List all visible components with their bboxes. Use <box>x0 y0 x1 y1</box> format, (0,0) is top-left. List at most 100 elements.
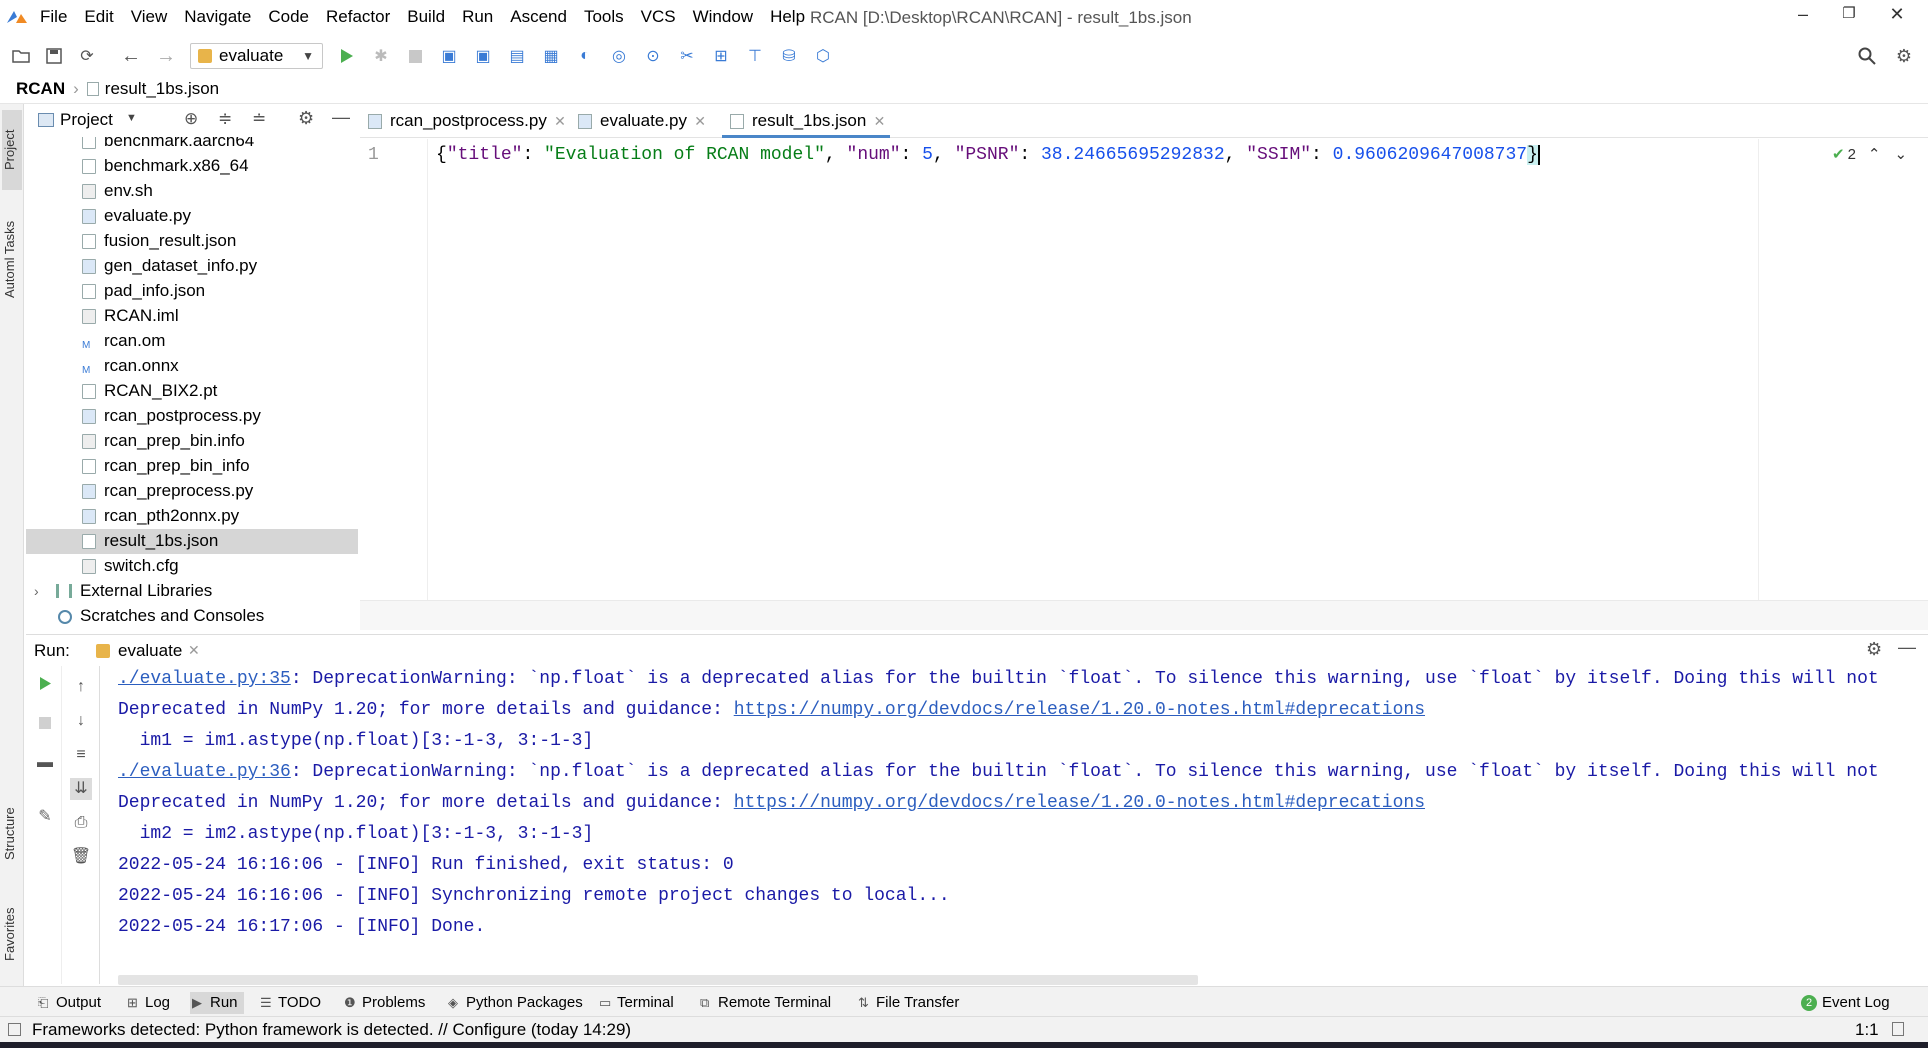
restore-button[interactable]: ❐ <box>1834 4 1864 28</box>
console-horizontal-scrollbar[interactable] <box>118 975 1198 985</box>
close-tab-icon[interactable]: ✕ <box>694 104 706 138</box>
minimize-button[interactable]: – <box>1788 4 1818 28</box>
structure-tool-tab[interactable]: Structure <box>2 794 22 874</box>
back-arrow-icon[interactable]: ← <box>120 45 142 67</box>
search-icon[interactable] <box>1856 45 1878 67</box>
cursor-position[interactable]: 1:1 <box>1855 1020 1879 1040</box>
ascend-tool-10-icon[interactable]: ⊤ <box>744 45 766 67</box>
ascend-tool-3-icon[interactable]: ▤ <box>506 45 528 67</box>
scroll-to-end-icon[interactable]: ⇊ <box>70 778 92 800</box>
stop-icon[interactable] <box>404 45 426 67</box>
console-link[interactable]: https://numpy.org/devdocs/release/1.20.0… <box>734 700 1425 720</box>
run-configuration-select[interactable]: evaluate ▼ <box>190 43 323 69</box>
ascend-tool-5-icon[interactable]: ◐ <box>574 45 596 67</box>
tool-tab-output[interactable]: ⎗ Output <box>36 992 101 1014</box>
ascend-tool-12-icon[interactable]: ⬡ <box>812 45 834 67</box>
tab-rcan-postprocess[interactable]: rcan_postprocess.py ✕ <box>360 104 571 138</box>
stop-icon[interactable] <box>34 714 56 736</box>
menu-navigate[interactable]: Navigate <box>184 7 251 27</box>
settings-gear-icon[interactable]: ⚙ <box>1893 45 1915 67</box>
tree-item-selected[interactable]: result_1bs.json <box>26 529 358 554</box>
locate-file-icon[interactable]: ⊕ <box>184 109 198 129</box>
tree-item[interactable]: evaluate.py <box>26 204 358 229</box>
chevron-down-icon[interactable]: ⌄ <box>1895 145 1908 163</box>
editor-code-line[interactable]: {"title": "Evaluation of RCAN model", "n… <box>436 145 1540 165</box>
tool-tab-todo[interactable]: ☰ TODO <box>258 992 321 1014</box>
menu-tools[interactable]: Tools <box>584 7 624 27</box>
tool-tab-run[interactable]: ▶ Run <box>190 992 244 1014</box>
menu-window[interactable]: Window <box>693 7 753 27</box>
tool-tab-log[interactable]: ⊞ Log <box>125 992 170 1014</box>
tree-item[interactable]: rcan_postprocess.py <box>26 404 358 429</box>
automl-tasks-tool-tab[interactable]: Automl Tasks <box>2 204 22 314</box>
tree-item[interactable]: Mrcan.om <box>26 329 358 354</box>
console-link[interactable]: ./evaluate.py:35 <box>118 669 291 689</box>
collapse-all-icon[interactable]: ≐ <box>252 109 266 129</box>
tool-tab-python-packages[interactable]: ◈ Python Packages <box>446 992 583 1014</box>
debug-icon[interactable]: ✱ <box>370 45 392 67</box>
layout-icon[interactable]: ▬ <box>34 752 56 774</box>
console-link[interactable]: ./evaluate.py:36 <box>118 762 291 782</box>
tool-tab-event-log[interactable]: 2 Event Log <box>1800 992 1890 1014</box>
panel-settings-gear-icon[interactable]: ⚙ <box>298 108 314 129</box>
run-tab-evaluate[interactable]: evaluate <box>118 641 182 661</box>
menu-edit[interactable]: Edit <box>84 7 113 27</box>
run-console[interactable]: ./evaluate.py:35: DeprecationWarning: `n… <box>118 664 1928 974</box>
chevron-up-icon[interactable]: ⌃ <box>1868 145 1881 163</box>
tree-item-external-libraries[interactable]: › External Libraries <box>26 579 358 604</box>
inspection-widget[interactable]: ✔ 2 ⌃ ⌄ <box>1832 145 1908 164</box>
project-tool-tab[interactable]: Project <box>2 110 22 190</box>
tool-tab-terminal[interactable]: ▭ Terminal <box>597 992 674 1014</box>
tree-item[interactable]: rcan_prep_bin_info <box>26 454 358 479</box>
tool-tab-problems[interactable]: ❶ Problems <box>342 992 425 1014</box>
close-tab-icon[interactable]: ✕ <box>188 642 200 659</box>
ascend-tool-6-icon[interactable]: ◎ <box>608 45 630 67</box>
project-panel-title[interactable]: Project <box>60 110 113 130</box>
open-folder-icon[interactable] <box>10 45 32 67</box>
menu-help[interactable]: Help <box>770 7 805 27</box>
tab-result-1bs[interactable]: result_1bs.json ✕ <box>722 104 891 138</box>
pin-icon[interactable]: ✎ <box>34 806 56 828</box>
tab-evaluate[interactable]: evaluate.py ✕ <box>570 104 711 138</box>
menu-vcs[interactable]: VCS <box>641 7 676 27</box>
scroll-up-icon[interactable]: ↑ <box>70 676 92 698</box>
hide-panel-icon[interactable]: — <box>332 107 350 128</box>
hide-panel-icon[interactable]: — <box>1898 637 1916 658</box>
ascend-tool-9-icon[interactable]: ⊞ <box>710 45 732 67</box>
save-icon[interactable] <box>43 45 65 67</box>
tree-item[interactable]: rcan_prep_bin.info <box>26 429 358 454</box>
tool-tab-remote-terminal[interactable]: ⧉ Remote Terminal <box>698 992 831 1014</box>
chevron-right-icon[interactable]: › <box>34 579 39 603</box>
ascend-tool-11-icon[interactable]: ⛁ <box>778 45 800 67</box>
print-icon[interactable]: ⎙ <box>70 812 92 834</box>
tool-tab-file-transfer[interactable]: ⇅ File Transfer <box>856 992 959 1014</box>
tree-item[interactable]: rcan_preprocess.py <box>26 479 358 504</box>
tree-item[interactable]: rcan_pth2onnx.py <box>26 504 358 529</box>
ascend-tool-7-icon[interactable]: ⊙ <box>642 45 664 67</box>
menu-code[interactable]: Code <box>268 7 309 27</box>
tree-item[interactable]: RCAN.iml <box>26 304 358 329</box>
favorites-tool-tab[interactable]: Favorites <box>2 894 22 974</box>
soft-wrap-icon[interactable]: ≡ <box>70 744 92 766</box>
forward-arrow-icon[interactable]: → <box>155 45 177 67</box>
menu-file[interactable]: File <box>40 7 67 27</box>
menu-run[interactable]: Run <box>462 7 493 27</box>
chevron-down-icon[interactable]: ▼ <box>126 112 137 124</box>
rerun-icon[interactable] <box>34 676 56 698</box>
scroll-down-icon[interactable]: ↓ <box>70 710 92 732</box>
status-message[interactable]: Frameworks detected: Python framework is… <box>32 1020 631 1040</box>
status-toggle-icon[interactable] <box>8 1023 21 1036</box>
ascend-tool-8-icon[interactable]: ✂ <box>676 45 698 67</box>
close-tab-icon[interactable]: ✕ <box>554 104 566 138</box>
tree-item[interactable]: env.sh <box>26 179 358 204</box>
menu-build[interactable]: Build <box>407 7 445 27</box>
console-link[interactable]: https://numpy.org/devdocs/release/1.20.0… <box>734 793 1425 813</box>
breadcrumb-file[interactable]: result_1bs.json <box>105 79 219 99</box>
run-settings-gear-icon[interactable]: ⚙ <box>1866 639 1882 660</box>
tree-item[interactable]: pad_info.json <box>26 279 358 304</box>
menu-ascend[interactable]: Ascend <box>510 7 567 27</box>
tree-item[interactable]: switch.cfg <box>26 554 358 579</box>
trash-icon[interactable]: 🗑 <box>70 846 92 868</box>
tree-item[interactable]: benchmark.aarch64 <box>26 137 358 154</box>
tree-item[interactable]: fusion_result.json <box>26 229 358 254</box>
